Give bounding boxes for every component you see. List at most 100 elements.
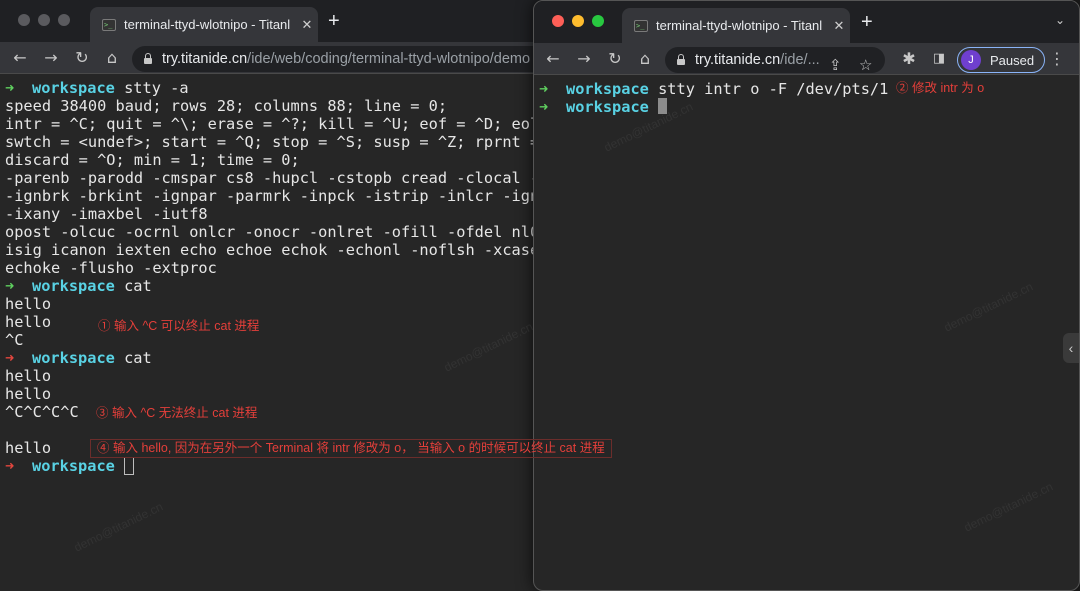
terminal-text: isig icanon iexten echo echoe echok -ech…: [5, 241, 540, 259]
chevron-down-icon[interactable]: ⌄: [1055, 13, 1065, 27]
new-tab-button[interactable]: +: [861, 11, 873, 33]
terminal-text: hello: [5, 385, 52, 403]
terminal-line: ^C^C^C^C: [5, 403, 546, 421]
prompt-directory: workspace: [32, 79, 115, 97]
tab-close-icon[interactable]: ✕: [296, 17, 318, 33]
zoom-window-button[interactable]: [58, 14, 70, 26]
terminal-text: echoke -flusho -extproc: [5, 259, 217, 277]
terminal-output[interactable]: ➜ workspace stty -a speed 38400 baud; rows…: [5, 79, 546, 475]
minimize-window-button[interactable]: [572, 15, 584, 27]
annotation-4: ④ 输入 hello, 因为在另外一个 Terminal 将 intr 修改为 …: [90, 439, 612, 458]
terminal-text: discard = ^O; min = 1; time = 0;: [5, 151, 300, 169]
terminal-text: -parenb -parodd -cmspar cs8 -hupcl -csto…: [5, 169, 546, 187]
annotation-1: ① 输入 ^C 可以终止 cat 进程: [98, 319, 260, 333]
address-bar[interactable]: try.titanide.cn/ide/web/coding/terminal-…: [132, 46, 546, 72]
prompt-directory: workspace: [566, 98, 649, 116]
prompt-directory: workspace: [32, 349, 115, 367]
terminal-line: isig icanon iexten echo echoe echok -ech…: [5, 241, 546, 259]
tab-title: terminal-ttyd-wlotnipo - Titanl: [124, 17, 291, 32]
terminal-text: ^C^C^C^C: [5, 403, 79, 421]
terminal-text: speed 38400 baud; rows 28; columns 88; l…: [5, 97, 448, 115]
terminal-icon: >_: [634, 19, 648, 32]
terminal-text: hello: [5, 313, 52, 331]
terminal-text: hello: [5, 439, 52, 457]
close-window-button[interactable]: [552, 15, 564, 27]
home-icon[interactable]: ⌂: [101, 47, 123, 69]
terminal-line: ➜ workspace stty -a: [5, 79, 546, 97]
more-icon[interactable]: ⋮: [1046, 48, 1068, 70]
terminal-text: intr = ^C; quit = ^\; erase = ^?; kill =…: [5, 115, 540, 133]
terminal-text: -ignbrk -brkint -ignpar -parmrk -inpck -…: [5, 187, 546, 205]
prompt-directory: workspace: [32, 457, 115, 475]
terminal-text: stty intr o -F /dev/pts/1: [648, 80, 889, 98]
address-bar[interactable]: try.titanide.cn/ide/... ⇪ ☆: [665, 47, 885, 73]
toolbar: ← → ↻ ⌂ try.titanide.cn/ide/web/coding/t…: [0, 42, 546, 74]
home-icon[interactable]: ⌂: [634, 48, 656, 70]
sidebar-icon[interactable]: ◨: [928, 48, 950, 70]
avatar: J: [961, 50, 981, 70]
terminal-text: stty -a: [114, 79, 189, 97]
new-tab-button[interactable]: +: [328, 10, 340, 32]
terminal-line: speed 38400 baud; rows 28; columns 88; l…: [5, 97, 546, 115]
back-arrow-icon[interactable]: ←: [9, 47, 31, 69]
terminal-text: opost -olcuc -ocrnl onlcr -onocr -onlret…: [5, 223, 540, 241]
prompt-arrow-icon: ➜: [539, 80, 549, 98]
window-controls: [18, 14, 70, 26]
tab-close-icon[interactable]: ✕: [828, 18, 850, 34]
terminal-line: -parenb -parodd -cmspar cs8 -hupcl -csto…: [5, 169, 546, 187]
extensions-icon[interactable]: ✱: [898, 48, 920, 70]
terminal-text: ^C: [5, 331, 24, 349]
url-path: /ide/web/coding/terminal-ttyd-wlotnipo/d…: [247, 51, 531, 67]
annotation-3: ③ 输入 ^C 无法终止 cat 进程: [96, 406, 258, 420]
terminal-text: -ixany -imaxbel -iutf8: [5, 205, 208, 223]
profile-button[interactable]: J Paused: [957, 47, 1046, 73]
url-host: try.titanide.cn: [695, 52, 781, 68]
minimize-window-button[interactable]: [38, 14, 50, 26]
reload-icon[interactable]: ↻: [604, 48, 626, 70]
star-icon[interactable]: ☆: [859, 52, 872, 73]
tab-title: terminal-ttyd-wlotnipo - Titanl: [656, 18, 823, 33]
url-path: /ide/...: [780, 52, 820, 68]
terminal-line: ➜ workspace cat: [5, 277, 546, 295]
browser-tab[interactable]: >_ terminal-ttyd-wlotnipo - Titanl ✕: [90, 7, 318, 42]
terminal-text: hello: [5, 295, 52, 313]
prompt-arrow-icon: ➜: [5, 277, 15, 295]
forward-arrow-icon[interactable]: →: [40, 47, 62, 69]
close-window-button[interactable]: [18, 14, 30, 26]
terminal-text: cat: [114, 349, 152, 367]
prompt-arrow-icon: ➜: [5, 457, 15, 475]
terminal-line: discard = ^O; min = 1; time = 0;: [5, 151, 546, 169]
tab-bar: >_ terminal-ttyd-wlotnipo - Titanl ✕ + ⌄: [534, 1, 1079, 43]
reload-icon[interactable]: ↻: [71, 47, 93, 69]
annotation-2: ② 修改 intr 为 o: [896, 81, 985, 95]
toolbar: ← → ↻ ⌂ try.titanide.cn/ide/... ⇪ ☆ ✱ ◨ …: [534, 43, 1079, 75]
terminal-line: hello: [5, 367, 546, 385]
prompt-arrow-icon: ➜: [539, 98, 549, 116]
lock-icon: [144, 53, 152, 64]
terminal-cursor: [124, 457, 135, 475]
prompt-directory: workspace: [32, 277, 115, 295]
left-browser-window: >_ terminal-ttyd-wlotnipo - Titanl ✕ + ←…: [0, 0, 546, 591]
profile-status: Paused: [990, 52, 1035, 68]
terminal-line: opost -olcuc -ocrnl onlcr -onocr -onlret…: [5, 223, 546, 241]
terminal-line: hello: [5, 385, 546, 403]
lock-icon: [677, 54, 685, 65]
terminal-line: ➜ workspace: [5, 457, 546, 475]
terminal-line: -ixany -imaxbel -iutf8: [5, 205, 546, 223]
forward-arrow-icon[interactable]: →: [573, 48, 595, 70]
chevron-left-icon[interactable]: ‹: [1063, 333, 1079, 363]
browser-tab[interactable]: >_ terminal-ttyd-wlotnipo - Titanl ✕: [622, 8, 850, 43]
terminal-text: swtch = <undef>; start = ^Q; stop = ^S; …: [5, 133, 546, 151]
prompt-arrow-icon: ➜: [5, 349, 15, 367]
terminal-line: ➜ workspace: [539, 98, 1079, 116]
terminal-output[interactable]: ➜ workspace stty intr o -F /dev/pts/1 ➜ wor…: [539, 80, 1079, 116]
terminal-icon: >_: [102, 18, 116, 31]
zoom-window-button[interactable]: [592, 15, 604, 27]
terminal-line: hello: [5, 313, 546, 331]
back-arrow-icon[interactable]: ←: [542, 48, 564, 70]
window-controls: [552, 15, 604, 27]
share-icon[interactable]: ⇪: [829, 52, 842, 73]
